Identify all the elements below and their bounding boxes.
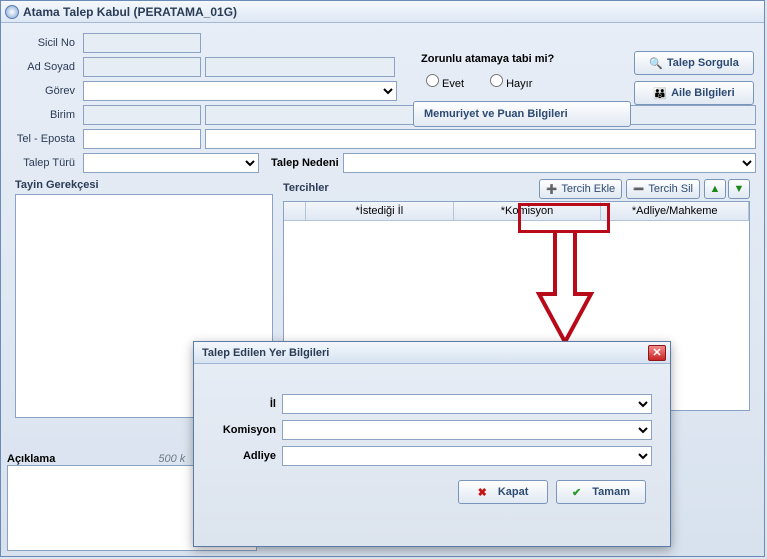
radio-hayir-label[interactable]: Hayır [485,78,532,90]
talep-turu-select[interactable] [83,153,259,173]
talep-edilen-yer-dialog: Talep Edilen Yer Bilgileri ✕ İl Komisyon… [193,341,671,547]
mandatory-question: Zorunlu atamaya tabi mi? [421,53,554,65]
radio-hayir[interactable] [490,74,503,87]
label-talep-nedeni: Talep Nedeni [271,157,339,169]
grid-rowselect-col [284,202,306,220]
label-tercihler: Tercihler [283,182,329,194]
label-tayin-gerekcesi: Tayin Gerekçesi [15,179,273,191]
dialog-title: Talep Edilen Yer Bilgileri [202,347,329,359]
tercih-ekle-button[interactable]: Tercih Ekle [539,179,622,199]
label-aciklama: Açıklama [7,453,55,465]
main-window: Atama Talep Kabul (PERATAMA_01G) Sicil N… [0,0,765,557]
label-tel-eposta: Tel - Eposta [9,133,79,145]
label-talep-turu: Talep Türü [9,157,79,169]
talep-nedeni-select[interactable] [343,153,756,173]
remove-icon [633,183,644,195]
eposta-input[interactable] [205,129,756,149]
soyad-input[interactable] [205,57,395,77]
grid-col-adliye: *Adliye/Mahkeme [601,202,749,220]
tamam-button[interactable]: ✔ Tamam [556,480,646,504]
sicil-no-input[interactable] [83,33,201,53]
app-icon [5,5,19,19]
talep-sorgula-button[interactable]: Talep Sorgula [634,51,754,75]
close-icon: ✖ [478,486,487,499]
aile-bilgileri-button[interactable]: Aile Bilgileri [634,81,754,105]
dialog-titlebar: Talep Edilen Yer Bilgileri ✕ [194,342,670,364]
label-modal-il: İl [212,398,282,410]
aciklama-hint: 500 k [158,453,185,465]
label-ad-soyad: Ad Soyad [9,61,79,73]
modal-il-select[interactable] [282,394,652,414]
label-gorev: Görev [9,85,79,97]
modal-komisyon-select[interactable] [282,420,652,440]
radio-evet[interactable] [426,74,439,87]
memuriyet-button[interactable]: Memuriyet ve Puan Bilgileri [413,101,631,127]
label-modal-adliye: Adliye [212,450,282,462]
dialog-buttons: ✖ Kapat ✔ Tamam [212,480,652,504]
search-icon [649,57,663,70]
kapat-button[interactable]: ✖ Kapat [458,480,548,504]
modal-adliye-select[interactable] [282,446,652,466]
mandatory-radio-group: Zorunlu atamaya tabi mi? Evet Hayır [421,53,554,90]
family-icon [653,87,667,100]
arrow-up-icon: ▲ [710,183,721,195]
check-icon: ✔ [572,486,581,499]
window-title: Atama Talep Kabul (PERATAMA_01G) [23,5,237,19]
dialog-close-button[interactable]: ✕ [648,345,666,361]
radio-evet-label[interactable]: Evet [421,78,464,90]
grid-header: *İstediği İl *Komisyon *Adliye/Mahkeme [284,202,749,221]
dialog-body: İl Komisyon Adliye ✖ Kapat ✔ Tamam [194,364,670,514]
move-up-button[interactable]: ▲ [704,179,726,199]
arrow-down-icon: ▼ [734,183,745,195]
grid-col-il: *İstediği İl [306,202,454,220]
label-birim: Birim [9,109,79,121]
grid-col-komisyon: *Komisyon [454,202,602,220]
birim-input[interactable] [83,105,201,125]
window-titlebar: Atama Talep Kabul (PERATAMA_01G) [1,1,764,23]
ad-input[interactable] [83,57,201,77]
tel-input[interactable] [83,129,201,149]
tercih-sil-button[interactable]: Tercih Sil [626,179,700,199]
move-down-button[interactable]: ▼ [728,179,750,199]
right-buttons: Talep Sorgula Aile Bilgileri [634,51,754,105]
add-icon [546,183,557,195]
gorev-select[interactable] [83,81,397,101]
label-sicil-no: Sicil No [9,37,79,49]
label-modal-komisyon: Komisyon [212,424,282,436]
